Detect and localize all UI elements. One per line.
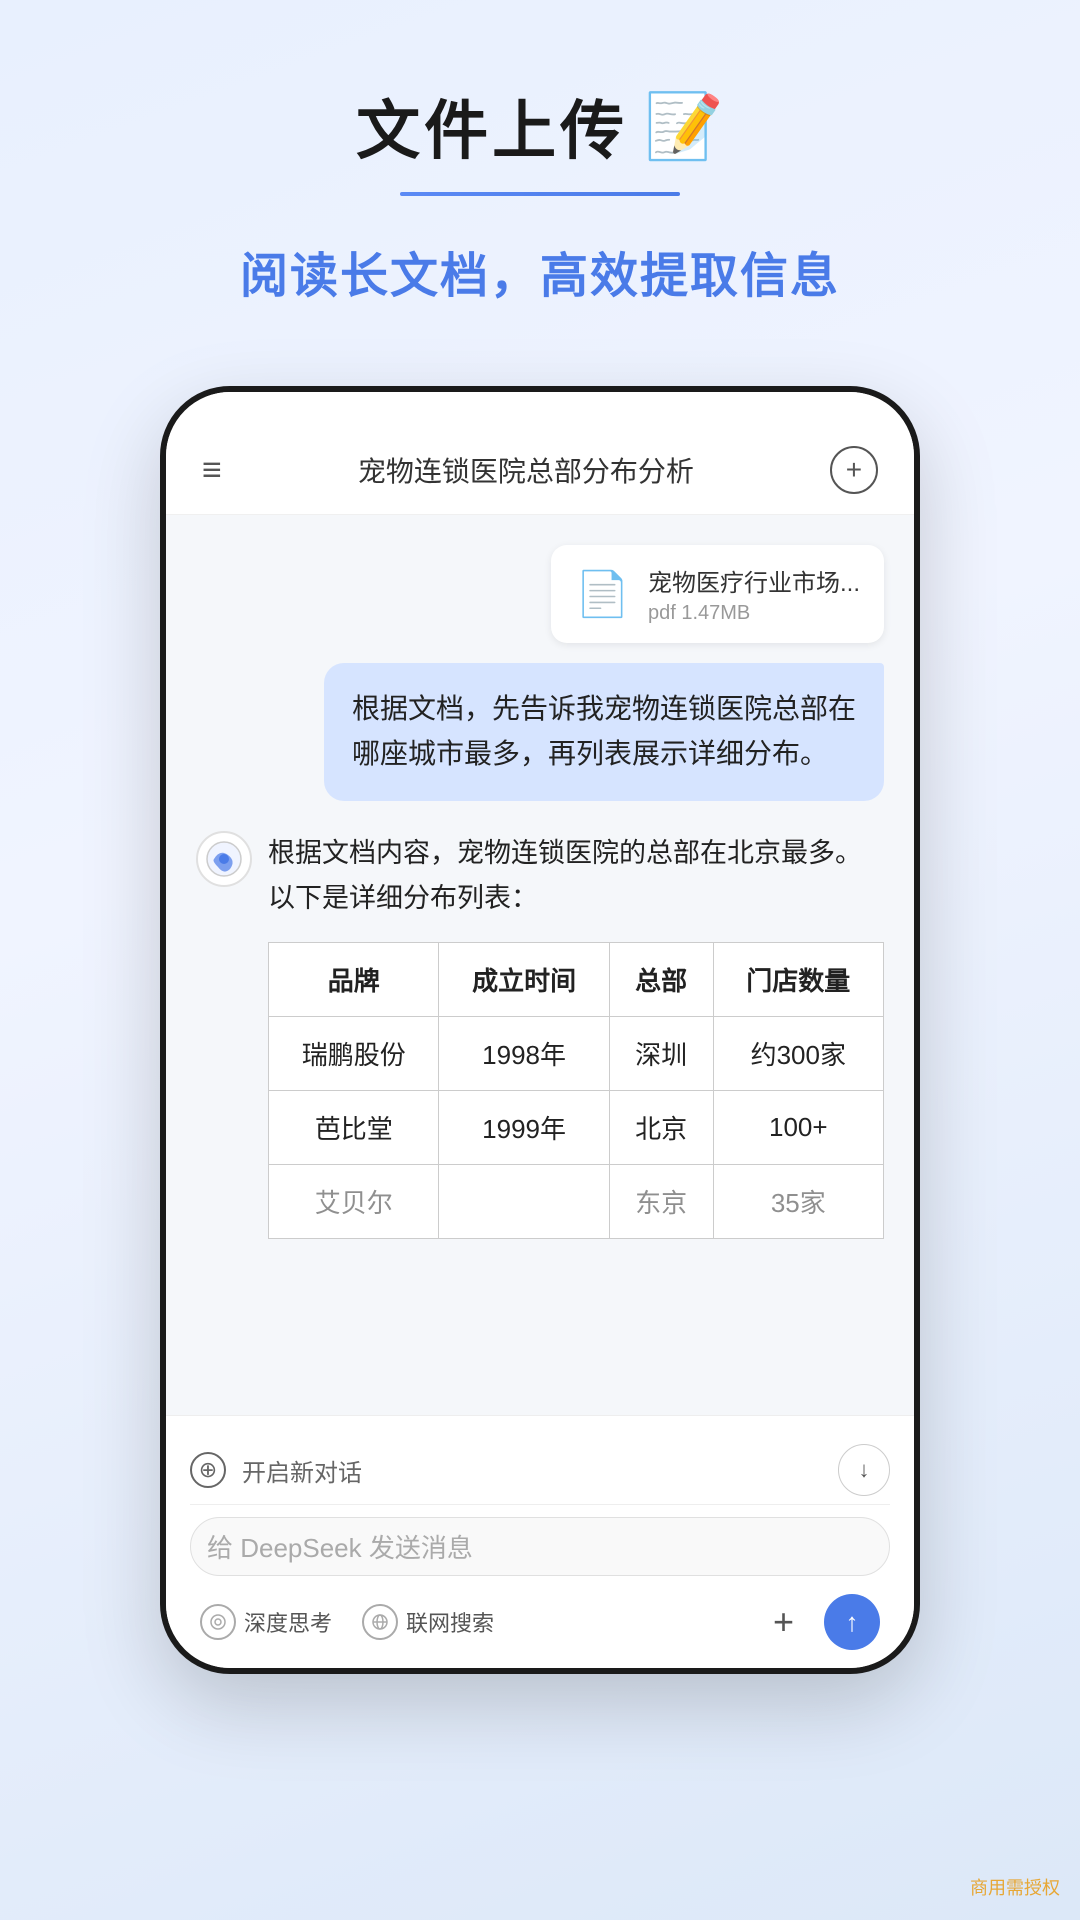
founded-2: 1999年: [439, 1091, 609, 1165]
brand-1: 瑞鹏股份: [269, 1017, 439, 1091]
phone-bottom: ⊕ 开启新对话 ↓ 给 DeepSeek 发送消息: [166, 1415, 914, 1668]
file-icon: 📄: [575, 568, 630, 620]
message-input-container[interactable]: 给 DeepSeek 发送消息: [190, 1517, 890, 1576]
table-row: 芭比堂 1999年 北京 100+: [269, 1091, 884, 1165]
send-icon: ↑: [846, 1607, 859, 1638]
menu-icon[interactable]: ≡: [202, 453, 222, 487]
phone-header: ≡ 宠物连锁医院总部分布分析 +: [166, 416, 914, 515]
plus-circle-icon: ⊕: [199, 1457, 217, 1483]
conversation-title: 宠物连锁医院总部分布分析: [358, 450, 694, 490]
new-chat-bar[interactable]: ⊕ 开启新对话 ↓: [190, 1432, 890, 1505]
stores-3: 35家: [713, 1165, 883, 1239]
file-size: pdf 1.47MB: [648, 602, 860, 625]
stores-2: 100+: [713, 1091, 883, 1165]
ai-content: 根据文档内容，宠物连锁医院的总部在北京最多。以下是详细分布列表： 品牌 成立时间…: [268, 831, 884, 1240]
table-header-row: 品牌 成立时间 总部 门店数量: [269, 943, 884, 1017]
new-chat-icon: ⊕: [190, 1452, 226, 1488]
col-founded: 成立时间: [439, 943, 609, 1017]
phone-mockup: ≡ 宠物连锁医院总部分布分析 + 📄 宠物医疗行业市场... pdf 1.47M…: [160, 386, 920, 1674]
new-chat-label: 开启新对话: [242, 1453, 362, 1488]
founded-3: [439, 1165, 609, 1239]
web-search-button[interactable]: 联网搜索: [362, 1604, 494, 1640]
table-row: 艾贝尔 东京 35家: [269, 1165, 884, 1239]
web-search-icon: [362, 1604, 398, 1640]
user-message: 根据文档，先告诉我宠物连锁医院总部在哪座城市最多，再列表展示详细分布。: [324, 663, 884, 801]
brand-3: 艾贝尔: [269, 1165, 439, 1239]
send-button[interactable]: ↑: [824, 1594, 880, 1650]
file-info: 宠物医疗行业市场... pdf 1.47MB: [648, 563, 860, 625]
subtitle: 阅读长文档，高效提取信息: [60, 236, 1020, 306]
distribution-table: 品牌 成立时间 总部 门店数量 瑞鹏股份 1998年 深圳 约3: [268, 942, 884, 1239]
deep-think-icon: [200, 1604, 236, 1640]
file-name: 宠物医疗行业市场...: [648, 563, 860, 598]
title-underline: [400, 192, 680, 196]
ai-text: 根据文档内容，宠物连锁医院的总部在北京最多。以下是详细分布列表：: [268, 831, 884, 923]
add-conversation-button[interactable]: +: [830, 446, 878, 494]
ai-avatar: [196, 831, 252, 887]
hq-3: 东京: [609, 1165, 713, 1239]
founded-1: 1998年: [439, 1017, 609, 1091]
phone-notch: [166, 392, 914, 416]
file-bubble: 📄 宠物医疗行业市场... pdf 1.47MB: [551, 545, 884, 643]
hq-2: 北京: [609, 1091, 713, 1165]
input-placeholder[interactable]: 给 DeepSeek 发送消息: [207, 1528, 873, 1565]
deep-think-label: 深度思考: [244, 1606, 332, 1638]
attach-button[interactable]: +: [773, 1601, 794, 1643]
table-row: 瑞鹏股份 1998年 深圳 约300家: [269, 1017, 884, 1091]
plus-icon: +: [846, 454, 862, 486]
col-hq: 总部: [609, 943, 713, 1017]
chat-area: 📄 宠物医疗行业市场... pdf 1.47MB 根据文档，先告诉我宠物连锁医院…: [166, 515, 914, 1415]
hq-1: 深圳: [609, 1017, 713, 1091]
phone-container: ≡ 宠物连锁医院总部分布分析 + 📄 宠物医疗行业市场... pdf 1.47M…: [0, 346, 1080, 1674]
web-search-label: 联网搜索: [406, 1606, 494, 1638]
top-section: 文件上传 📝 阅读长文档，高效提取信息: [0, 0, 1080, 346]
page-title: 文件上传: [356, 80, 628, 172]
brand-2: 芭比堂: [269, 1091, 439, 1165]
main-title: 文件上传 📝: [60, 80, 1020, 172]
chevron-down-icon: ↓: [859, 1457, 870, 1483]
toolbar-row: 深度思考 联网搜索 + ↑: [190, 1590, 890, 1654]
scroll-down-button[interactable]: ↓: [838, 1444, 890, 1496]
col-brand: 品牌: [269, 943, 439, 1017]
watermark: 商用需授权: [970, 1874, 1060, 1900]
stores-1: 约300家: [713, 1017, 883, 1091]
ai-response: 根据文档内容，宠物连锁医院的总部在北京最多。以下是详细分布列表： 品牌 成立时间…: [196, 831, 884, 1240]
title-emoji: 📝: [644, 89, 724, 164]
deep-think-button[interactable]: 深度思考: [200, 1604, 332, 1640]
col-stores: 门店数量: [713, 943, 883, 1017]
